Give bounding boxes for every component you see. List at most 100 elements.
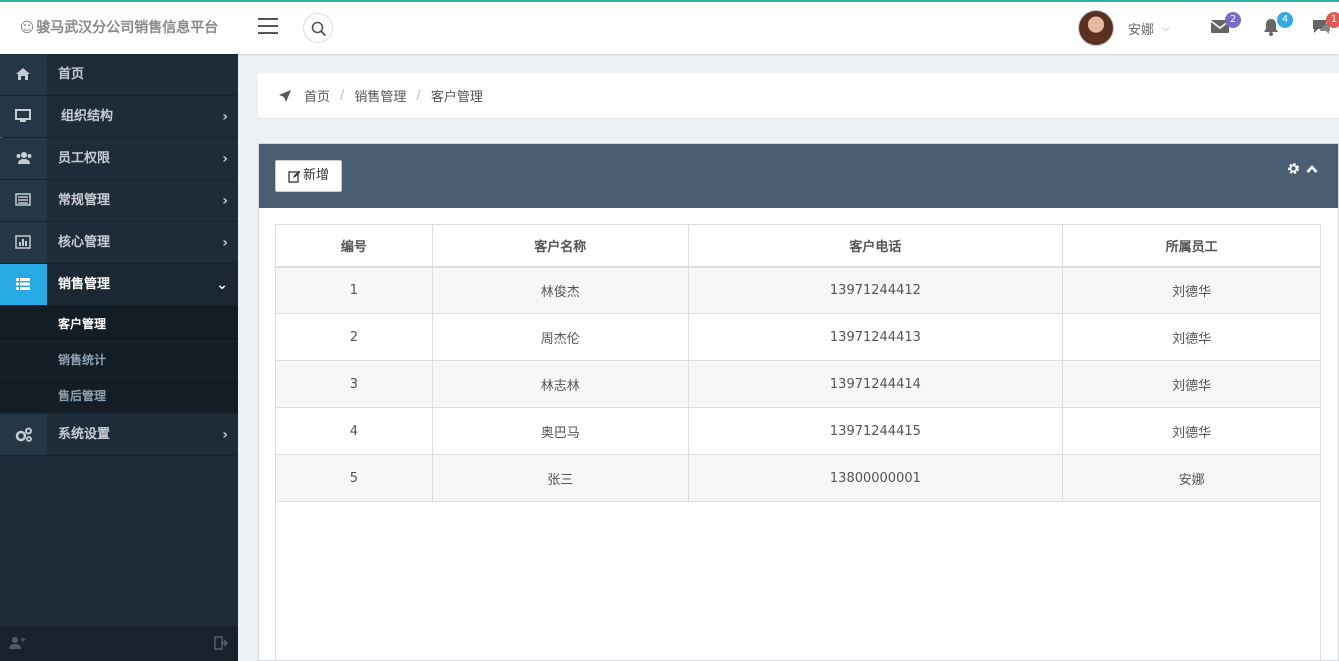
sidebar-item-label: 常规管理 <box>58 193 111 208</box>
sidebar-item-settings[interactable]: 系统设置 › <box>0 414 238 456</box>
column-header-id[interactable]: 编号 <box>275 224 433 268</box>
chevron-right-icon: › <box>222 427 228 443</box>
sidebar-item-label: 系统设置 <box>58 427 111 442</box>
cell-id: 3 <box>275 360 433 408</box>
cell-staff: 安娜 <box>1062 454 1321 502</box>
breadcrumb-home[interactable]: 首页 <box>304 86 330 105</box>
home-icon-box <box>0 54 47 95</box>
column-header-staff[interactable]: 所属员工 <box>1062 224 1321 268</box>
table-row[interactable]: 1 林俊杰 13971244412 刘德华 <box>275 266 1321 314</box>
monitor-icon <box>15 109 31 122</box>
logout-icon[interactable] <box>214 636 229 654</box>
cogs-icon-box <box>0 414 47 455</box>
panel-tools <box>1281 162 1318 179</box>
monitor-icon-box <box>0 96 47 137</box>
sidebar-item-org[interactable]: 组织结构 › <box>0 96 238 138</box>
cell-staff: 刘德华 <box>1062 313 1321 361</box>
app-title-text: 骏马武汉分公司销售信息平台 <box>36 20 219 36</box>
sidebar-subitem-customers[interactable]: 客户管理 <box>0 306 238 342</box>
list-alt-icon-box <box>0 180 47 221</box>
cell-phone: 13971244412 <box>687 266 1064 314</box>
column-header-name[interactable]: 客户名称 <box>431 224 689 268</box>
chevron-up-icon[interactable] <box>1306 163 1318 178</box>
sidebar-item-label: 销售管理 <box>58 277 111 292</box>
list-icon <box>16 278 30 290</box>
chevron-right-icon: › <box>222 151 228 167</box>
customer-table: 编号 客户名称 客户电话 所属员工 1 林俊杰 13971244412 刘德华 … <box>275 224 1321 502</box>
cell-id: 2 <box>275 313 433 361</box>
cell-phone: 13800000001 <box>687 454 1064 502</box>
chevron-right-icon: › <box>222 109 228 125</box>
table-row[interactable]: 2 周杰伦 13971244413 刘德华 <box>275 313 1321 361</box>
list-icon-box <box>0 264 47 305</box>
bar-chart-icon <box>15 235 31 249</box>
edit-icon <box>288 170 301 183</box>
user-name: 安娜 <box>1128 22 1155 38</box>
chat-badge: 1 <box>1326 12 1339 28</box>
chat-notification-button[interactable]: 1 <box>1311 12 1339 40</box>
cell-staff: 刘德华 <box>1062 407 1321 455</box>
sidebar-item-label: 组织结构 <box>61 109 114 124</box>
cell-id: 1 <box>275 266 433 314</box>
bell-notification-button[interactable]: 4 <box>1262 12 1293 40</box>
table-row[interactable]: 3 林志林 13971244414 刘德华 <box>275 360 1321 408</box>
chevron-down-icon: ⌵ <box>1162 22 1170 34</box>
chevron-right-icon: › <box>222 235 228 251</box>
cell-phone: 13971244415 <box>687 407 1064 455</box>
breadcrumb-separator: / <box>340 88 345 103</box>
sidebar-subitem-after-sales[interactable]: 售后管理 <box>0 378 238 414</box>
sidebar-item-core[interactable]: 核心管理 › <box>0 222 238 264</box>
app-title[interactable]: ☺ 骏马武汉分公司销售信息平台 <box>0 2 238 54</box>
user-menu[interactable]: 安娜 ⌵ <box>1078 10 1170 46</box>
top-bar: ☺ 骏马武汉分公司销售信息平台 安娜 ⌵ 2 4 1 <box>0 0 1339 54</box>
column-header-phone[interactable]: 客户电话 <box>687 224 1064 268</box>
chevron-down-icon: ⌄ <box>216 277 228 293</box>
customer-panel: 新增 编号 客户名称 客户电话 所属员工 1 林俊杰 13971244412 刘… <box>258 143 1339 661</box>
sidebar-item-staff[interactable]: 员工权限 › <box>0 138 238 180</box>
hamburger-icon-line <box>258 25 278 27</box>
table-row[interactable]: 4 奥巴马 13971244415 刘德华 <box>275 407 1321 455</box>
cell-id: 5 <box>275 454 433 502</box>
sidebar-item-sales[interactable]: 销售管理 ⌄ <box>0 264 238 306</box>
menu-toggle-button[interactable] <box>258 18 278 36</box>
panel-header: 新增 <box>259 144 1338 208</box>
smile-icon: ☺ <box>19 20 35 36</box>
cell-name: 林志林 <box>431 360 689 408</box>
sidebar-footer <box>0 626 238 661</box>
add-user-icon[interactable] <box>9 636 25 654</box>
cell-phone: 13971244414 <box>687 360 1064 408</box>
sidebar-subitem-sales-stats[interactable]: 销售统计 <box>0 342 238 378</box>
cell-id: 4 <box>275 407 433 455</box>
list-alt-icon <box>15 193 31 206</box>
breadcrumb: 首页 / 销售管理 / 客户管理 <box>258 73 1339 119</box>
sidebar-item-general[interactable]: 常规管理 › <box>0 180 238 222</box>
cell-phone: 13971244413 <box>687 313 1064 361</box>
avatar <box>1078 10 1114 46</box>
cell-name: 奥巴马 <box>431 407 689 455</box>
cell-staff: 刘德华 <box>1062 360 1321 408</box>
sidebar-item-label: 首页 <box>58 67 85 82</box>
bell-badge: 4 <box>1277 12 1293 28</box>
users-icon <box>16 152 32 164</box>
breadcrumb-sales[interactable]: 销售管理 <box>354 86 406 105</box>
cell-staff: 刘德华 <box>1062 266 1321 314</box>
bar-chart-icon-box <box>0 222 47 263</box>
cogs-icon <box>15 427 32 442</box>
search-icon <box>311 21 327 37</box>
sidebar-item-home[interactable]: 首页 <box>0 54 238 96</box>
add-customer-button[interactable]: 新增 <box>275 160 343 192</box>
sidebar-item-label: 核心管理 <box>58 235 111 250</box>
users-icon-box <box>0 138 47 179</box>
table-header-row: 编号 客户名称 客户电话 所属员工 <box>275 224 1321 268</box>
chevron-right-icon: › <box>222 193 228 209</box>
cell-name: 周杰伦 <box>431 313 689 361</box>
cell-name: 张三 <box>431 454 689 502</box>
breadcrumb-separator: / <box>416 88 421 103</box>
search-button[interactable] <box>303 13 333 43</box>
table-row[interactable]: 5 张三 13800000001 安娜 <box>275 454 1321 502</box>
mail-notification-button[interactable]: 2 <box>1210 12 1241 40</box>
add-button-label: 新增 <box>303 168 330 183</box>
cell-name: 林俊杰 <box>431 266 689 314</box>
gear-icon[interactable] <box>1287 162 1300 179</box>
sidebar: 首页 组织结构 › 员工权限 › 常规管理 › 核心管理 › 销售管理 ⌄ 客户… <box>0 54 238 661</box>
